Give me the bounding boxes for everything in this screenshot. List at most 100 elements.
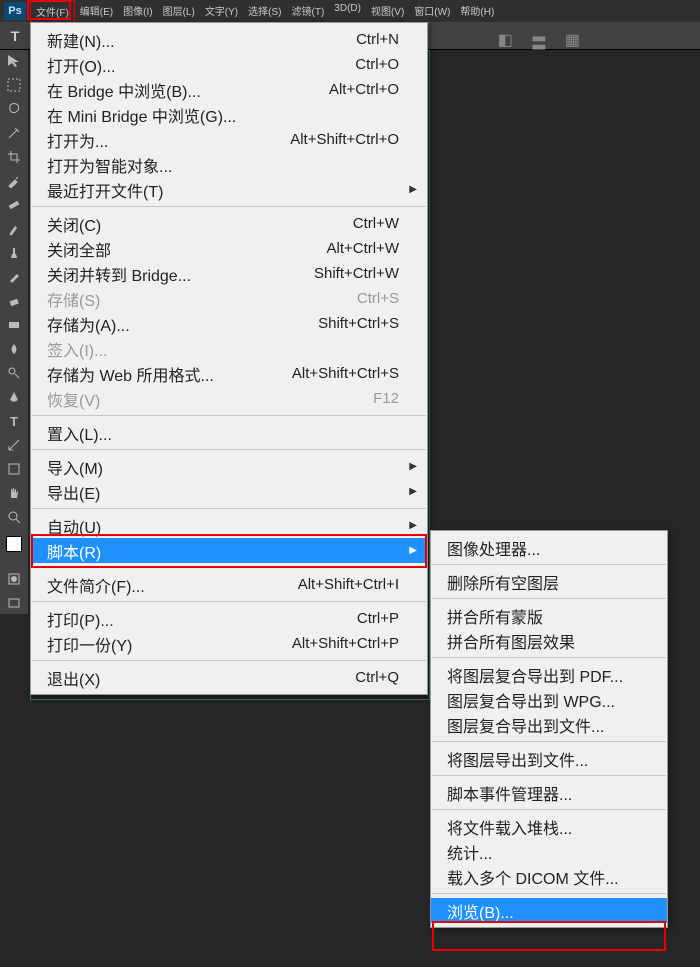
- move-tool-icon[interactable]: [3, 52, 25, 70]
- file-menu-separator: [32, 660, 426, 661]
- dodge-tool-icon[interactable]: [3, 364, 25, 382]
- menu-item-label: 脚本事件管理器...: [447, 781, 639, 805]
- menu-item-label: 存储为 Web 所用格式...: [47, 362, 292, 386]
- lasso-tool-icon[interactable]: [3, 100, 25, 118]
- menubar-item-2[interactable]: 图像(I): [118, 0, 157, 23]
- menu-item-label: 统计...: [447, 840, 639, 864]
- file-menu-item-14[interactable]: 存储为 Web 所用格式...Alt+Shift+Ctrl+S: [31, 361, 427, 386]
- menu-item-shortcut: Shift+Ctrl+W: [314, 265, 399, 282]
- file-menu-item-28[interactable]: 打印一份(Y)Alt+Shift+Ctrl+P: [31, 631, 427, 656]
- file-menu-item-19[interactable]: 导入(M): [31, 454, 427, 479]
- screenmode-icon[interactable]: [3, 594, 25, 612]
- scripts-submenu-item-7[interactable]: 将图层复合导出到 PDF...: [431, 662, 667, 687]
- shape-tool-icon[interactable]: [3, 460, 25, 478]
- file-menu-item-4[interactable]: 打开为...Alt+Shift+Ctrl+O: [31, 127, 427, 152]
- scripts-submenu-item-11[interactable]: 将图层导出到文件...: [431, 746, 667, 771]
- wand-tool-icon[interactable]: [3, 124, 25, 142]
- path-tool-icon[interactable]: [3, 436, 25, 454]
- menu-item-label: 拼合所有蒙版: [447, 604, 639, 628]
- scripts-submenu-item-15[interactable]: 将文件载入堆栈...: [431, 814, 667, 839]
- eyedropper-tool-icon[interactable]: [3, 172, 25, 190]
- scripts-submenu-item-8[interactable]: 图层复合导出到 WPG...: [431, 687, 667, 712]
- type-tool-icon[interactable]: T: [3, 412, 25, 430]
- scripts-submenu-item-4[interactable]: 拼合所有蒙版: [431, 603, 667, 628]
- scripts-submenu-item-2[interactable]: 删除所有空图层: [431, 569, 667, 594]
- menu-item-label: 将图层导出到文件...: [447, 747, 639, 771]
- menubar-item-3[interactable]: 图层(L): [158, 0, 200, 23]
- scripts-submenu-separator: [432, 564, 666, 565]
- app-logo: Ps: [4, 2, 26, 20]
- file-menu-item-20[interactable]: 导出(E): [31, 479, 427, 504]
- scripts-submenu-item-17[interactable]: 载入多个 DICOM 文件...: [431, 864, 667, 889]
- crop-tool-icon[interactable]: [3, 148, 25, 166]
- file-menu-item-9[interactable]: 关闭全部Alt+Ctrl+W: [31, 236, 427, 261]
- file-menu-item-2[interactable]: 在 Bridge 中浏览(B)...Alt+Ctrl+O: [31, 77, 427, 102]
- menubar-item-4[interactable]: 文字(Y): [200, 0, 243, 23]
- menu-item-shortcut: Ctrl+N: [356, 31, 399, 48]
- file-menu-separator: [32, 206, 426, 207]
- scripts-submenu-item-9[interactable]: 图层复合导出到文件...: [431, 712, 667, 737]
- scripts-submenu-item-16[interactable]: 统计...: [431, 839, 667, 864]
- color-swatch[interactable]: [6, 536, 22, 552]
- scripts-submenu-item-5[interactable]: 拼合所有图层效果: [431, 628, 667, 653]
- file-menu-item-10[interactable]: 关闭并转到 Bridge...Shift+Ctrl+W: [31, 261, 427, 286]
- menu-item-label: 退出(X): [47, 666, 355, 690]
- file-menu-item-22[interactable]: 自动(U): [31, 513, 427, 538]
- menu-item-shortcut: Ctrl+O: [355, 56, 399, 73]
- menu-item-label: 将图层复合导出到 PDF...: [447, 663, 639, 687]
- menu-item-label: 关闭并转到 Bridge...: [47, 262, 314, 286]
- menu-item-shortcut: Alt+Ctrl+O: [329, 81, 399, 98]
- menubar-item-5[interactable]: 选择(S): [243, 0, 286, 23]
- file-menu-item-1[interactable]: 打开(O)...Ctrl+O: [31, 52, 427, 77]
- menu-item-label: 签入(I)...: [47, 337, 399, 361]
- scripts-submenu: 图像处理器... 删除所有空图层拼合所有蒙版拼合所有图层效果将图层复合导出到 PD…: [430, 530, 668, 928]
- menu-item-label: 在 Mini Bridge 中浏览(G)...: [47, 103, 399, 127]
- file-menu-item-3[interactable]: 在 Mini Bridge 中浏览(G)...: [31, 102, 427, 127]
- menu-item-shortcut: Shift+Ctrl+S: [318, 315, 399, 332]
- menu-item-label: 打印一份(Y): [47, 632, 292, 656]
- menubar-item-7[interactable]: 3D(D): [329, 0, 366, 23]
- file-menu-item-25[interactable]: 文件简介(F)...Alt+Shift+Ctrl+I: [31, 572, 427, 597]
- menubar-item-9[interactable]: 窗口(W): [409, 0, 455, 23]
- heal-tool-icon[interactable]: [3, 196, 25, 214]
- menu-item-label: 导入(M): [47, 455, 399, 479]
- file-menu-item-17[interactable]: 置入(L)...: [31, 420, 427, 445]
- panel-icon-2[interactable]: 〓: [531, 30, 547, 54]
- hand-tool-icon[interactable]: [3, 484, 25, 502]
- scripts-submenu-item-13[interactable]: 脚本事件管理器...: [431, 780, 667, 805]
- file-menu-separator: [32, 415, 426, 416]
- menu-item-shortcut: Alt+Shift+Ctrl+O: [290, 131, 399, 148]
- panel-icon-3[interactable]: ▦: [565, 30, 580, 54]
- zoom-tool-icon[interactable]: [3, 508, 25, 526]
- menu-item-label: 自动(U): [47, 514, 399, 538]
- panel-icon-1[interactable]: ◧: [498, 30, 513, 54]
- file-menu-separator: [32, 601, 426, 602]
- quickmask-icon[interactable]: [3, 570, 25, 588]
- stamp-tool-icon[interactable]: [3, 244, 25, 262]
- gradient-tool-icon[interactable]: [3, 316, 25, 334]
- menubar-item-1[interactable]: 编辑(E): [75, 0, 118, 23]
- file-menu-item-12[interactable]: 存储为(A)...Shift+Ctrl+S: [31, 311, 427, 336]
- menubar-item-8[interactable]: 视图(V): [366, 0, 409, 23]
- file-menu-item-0[interactable]: 新建(N)...Ctrl+N: [31, 27, 427, 52]
- file-menu-item-27[interactable]: 打印(P)...Ctrl+P: [31, 606, 427, 631]
- scripts-submenu-item-19[interactable]: 浏览(B)...: [431, 898, 667, 923]
- menu-item-label: 载入多个 DICOM 文件...: [447, 865, 639, 889]
- menu-item-label: 存储(S): [47, 287, 357, 311]
- file-menu-item-6[interactable]: 最近打开文件(T): [31, 177, 427, 202]
- pen-tool-icon[interactable]: [3, 388, 25, 406]
- blur-tool-icon[interactable]: [3, 340, 25, 358]
- eraser-tool-icon[interactable]: [3, 292, 25, 310]
- menubar-item-0[interactable]: 文件(F): [30, 0, 75, 23]
- history-brush-icon[interactable]: [3, 268, 25, 286]
- brush-tool-icon[interactable]: [3, 220, 25, 238]
- marquee-tool-icon[interactable]: [3, 76, 25, 94]
- scripts-submenu-item-0[interactable]: 图像处理器...: [431, 535, 667, 560]
- menubar-item-6[interactable]: 滤镜(T): [287, 0, 330, 23]
- file-menu-item-5[interactable]: 打开为智能对象...: [31, 152, 427, 177]
- file-menu-item-23[interactable]: 脚本(R): [31, 538, 427, 563]
- tools-panel: T: [0, 50, 28, 614]
- menubar-item-10[interactable]: 帮助(H): [455, 0, 499, 23]
- file-menu-item-8[interactable]: 关闭(C)Ctrl+W: [31, 211, 427, 236]
- file-menu-item-30[interactable]: 退出(X)Ctrl+Q: [31, 665, 427, 690]
